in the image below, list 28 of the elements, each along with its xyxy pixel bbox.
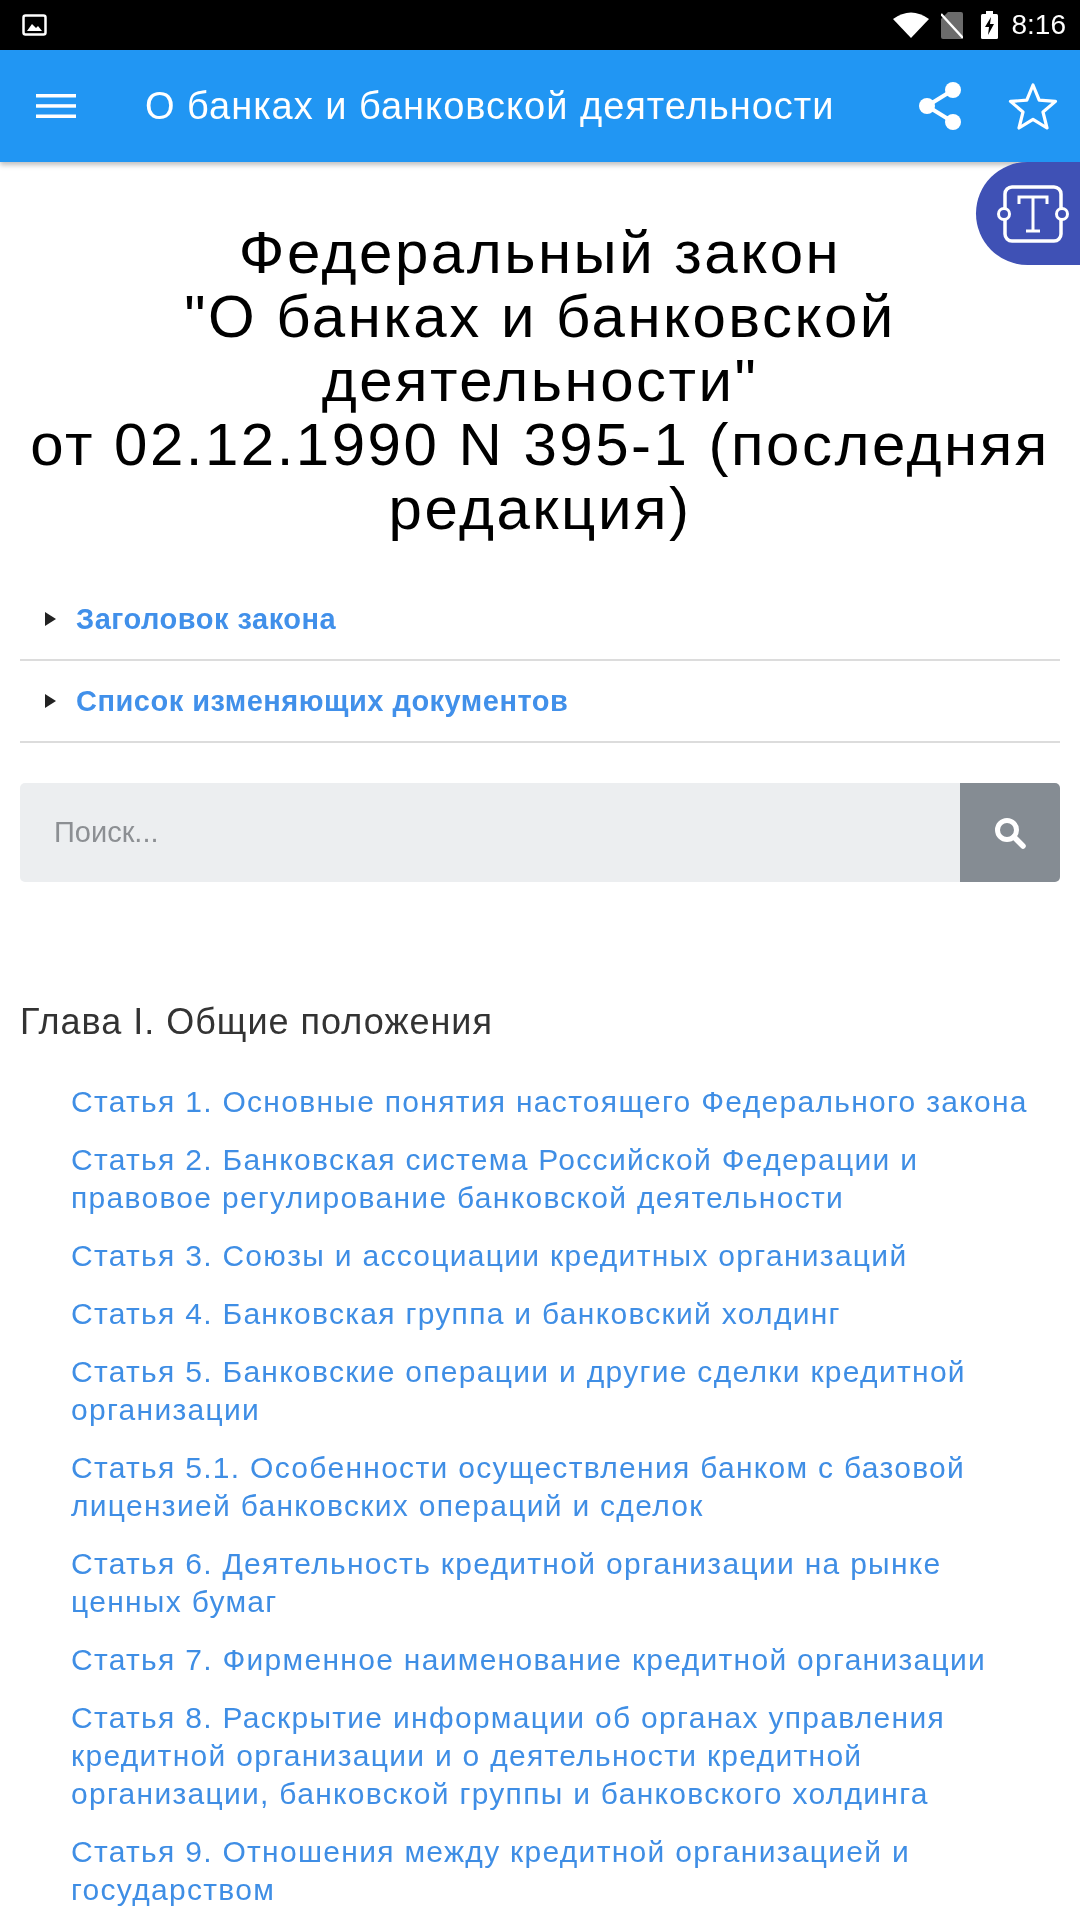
picture-icon	[22, 14, 47, 36]
article-link[interactable]: Статья 1. Основные понятия настоящего Федерального закона	[71, 1083, 1044, 1121]
app-bar-title: О банках и банковской деятельности	[145, 84, 835, 129]
text-format-button[interactable]	[976, 162, 1080, 265]
share-icon[interactable]	[918, 82, 962, 130]
article-link[interactable]: Статья 2. Банковская система Российской Федерации и правовое регулирование банковской деятельности	[71, 1141, 1044, 1217]
article-link[interactable]: Статья 8. Раскрытие информации об органах управления кредитной организации и о деятельности кредитной организации, банковской группы и банковского холдинга	[71, 1699, 1044, 1813]
star-icon[interactable]	[1008, 82, 1058, 130]
article-link[interactable]: Статья 9. Отношения между кредитной организацией и государством	[71, 1833, 1044, 1909]
article-link[interactable]: Статья 3. Союзы и ассоциации кредитных организаций	[71, 1237, 1044, 1275]
document-title: Федеральный закон "О банках и банковской деятельности" от 02.12.1990 N 395-1 (последняя редакция)	[29, 221, 1051, 541]
article-link[interactable]: Статья 5.1. Особенности осуществления банком с базовой лицензией банковских операций и сделок	[71, 1449, 1044, 1525]
article-link[interactable]: Статья 4. Банковская группа и банковский холдинг	[71, 1295, 1044, 1333]
article-link[interactable]: Статья 6. Деятельность кредитной организации на рынке ценных бумаг	[71, 1545, 1044, 1621]
article-link[interactable]: Статья 7. Фирменное наименование кредитной организации	[71, 1641, 1044, 1679]
status-time: 8:16	[1011, 11, 1066, 39]
no-sim-icon	[940, 11, 963, 39]
text-format-icon	[997, 182, 1069, 245]
chapter-heading: Глава I. Общие положения	[20, 1000, 494, 1044]
article-link[interactable]: Статья 5. Банковские операции и другие сделки кредитной организации	[71, 1353, 1044, 1429]
battery-charging-icon	[980, 11, 998, 39]
wifi-icon	[892, 12, 929, 38]
search-button[interactable]	[960, 783, 1060, 882]
section-link[interactable]: Список изменяющих документов	[76, 682, 569, 720]
search-icon	[994, 816, 1026, 849]
menu-icon[interactable]	[36, 91, 76, 121]
search-field[interactable]: Поиск...	[20, 783, 960, 882]
section-link[interactable]: Заголовок закона	[76, 600, 337, 638]
